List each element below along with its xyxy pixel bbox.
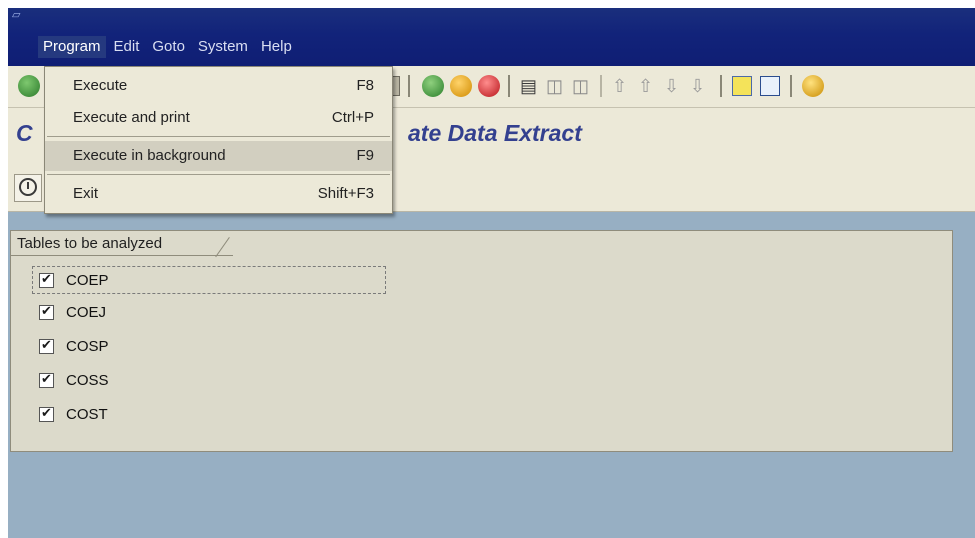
menu-goto[interactable]: Goto xyxy=(147,36,190,58)
menu-item-execute-in-background[interactable]: Execute in background F9 xyxy=(45,141,392,171)
menu-system[interactable]: System xyxy=(193,36,253,58)
next-page-icon[interactable]: ⇩ xyxy=(664,75,679,97)
menu-item-exit[interactable]: Exit Shift+F3 xyxy=(45,179,392,209)
menu-item-shortcut: Ctrl+P xyxy=(331,109,374,126)
table-row-coej[interactable]: COEJ xyxy=(33,299,106,325)
menu-item-shortcut: F8 xyxy=(356,77,374,94)
toolbar-separator xyxy=(790,75,792,97)
menu-item-label: Execute xyxy=(73,77,128,94)
group-title: Tables to be analyzed xyxy=(17,235,163,252)
program-menu-dropdown: Execute F8 Execute and print Ctrl+P Exec… xyxy=(44,66,393,214)
find-next-icon[interactable]: ◫ xyxy=(572,75,589,97)
help-icon[interactable] xyxy=(802,75,824,97)
menu-separator xyxy=(47,136,390,137)
check-icon[interactable] xyxy=(18,75,40,97)
clock-icon xyxy=(19,178,37,196)
page-title: C xyxy=(16,120,33,146)
menu-program[interactable]: Program xyxy=(38,36,106,58)
checkbox-label: COSP xyxy=(66,337,109,355)
menu-item-execute-and-print[interactable]: Execute and print Ctrl+P xyxy=(45,103,392,133)
checkbox-label: COSS xyxy=(66,371,109,389)
menu-item-execute[interactable]: Execute F8 xyxy=(45,71,392,101)
page-title-continued: ate Data Extract xyxy=(408,120,582,146)
prev-page-icon[interactable]: ⇧ xyxy=(638,75,653,97)
title-bar: ▱ Program Edit Goto System Help xyxy=(8,8,975,66)
checkbox-coep[interactable] xyxy=(39,271,54,288)
tables-group-box: Tables to be analyzed COEP COEJ COSP COS… xyxy=(10,230,953,452)
menu-help[interactable]: Help xyxy=(256,36,297,58)
first-page-icon[interactable]: ⇧ xyxy=(612,75,627,97)
checkbox-coej[interactable] xyxy=(39,303,54,320)
group-title-underline xyxy=(11,255,233,256)
shortcut-icon[interactable] xyxy=(760,76,780,96)
checkbox-cosp[interactable] xyxy=(39,337,54,354)
create-session-icon[interactable] xyxy=(732,76,752,96)
last-page-icon[interactable]: ⇩ xyxy=(690,75,705,97)
checkbox-label: COST xyxy=(66,405,108,423)
toolbar-separator xyxy=(508,75,510,97)
find-icon[interactable]: ◫ xyxy=(546,75,563,97)
menu-item-shortcut: F9 xyxy=(356,147,374,164)
toolbar-separator xyxy=(408,75,410,97)
menu-separator xyxy=(47,174,390,175)
checkbox-label: COEP xyxy=(66,271,109,289)
toolbar-separator xyxy=(720,75,722,97)
menu-item-label: Execute and print xyxy=(73,109,190,126)
back-icon[interactable] xyxy=(422,75,444,97)
print-icon[interactable]: ▤ xyxy=(520,75,537,97)
sap-window: ▱ Program Edit Goto System Help ▤ ◫ ◫ ⇧ … xyxy=(8,8,975,538)
menu-bar: Program Edit Goto System Help xyxy=(38,36,300,58)
table-row-coep[interactable]: COEP xyxy=(32,266,386,294)
toolbar-separator xyxy=(600,75,602,97)
schedule-button[interactable] xyxy=(14,174,42,202)
table-row-cosp[interactable]: COSP xyxy=(33,333,109,359)
table-row-cost[interactable]: COST xyxy=(33,401,108,427)
menu-edit[interactable]: Edit xyxy=(109,36,145,58)
menu-item-label: Execute in background xyxy=(73,147,226,164)
menu-item-label: Exit xyxy=(73,185,99,202)
menu-item-shortcut: Shift+F3 xyxy=(317,185,374,202)
checkbox-label: COEJ xyxy=(66,303,107,321)
table-row-coss[interactable]: COSS xyxy=(33,367,109,393)
system-menu-icon[interactable]: ▱ xyxy=(12,10,26,21)
checkbox-coss[interactable] xyxy=(39,371,54,388)
exit-icon[interactable] xyxy=(450,75,472,97)
cancel-icon[interactable] xyxy=(478,75,500,97)
checkbox-cost[interactable] xyxy=(39,405,54,422)
